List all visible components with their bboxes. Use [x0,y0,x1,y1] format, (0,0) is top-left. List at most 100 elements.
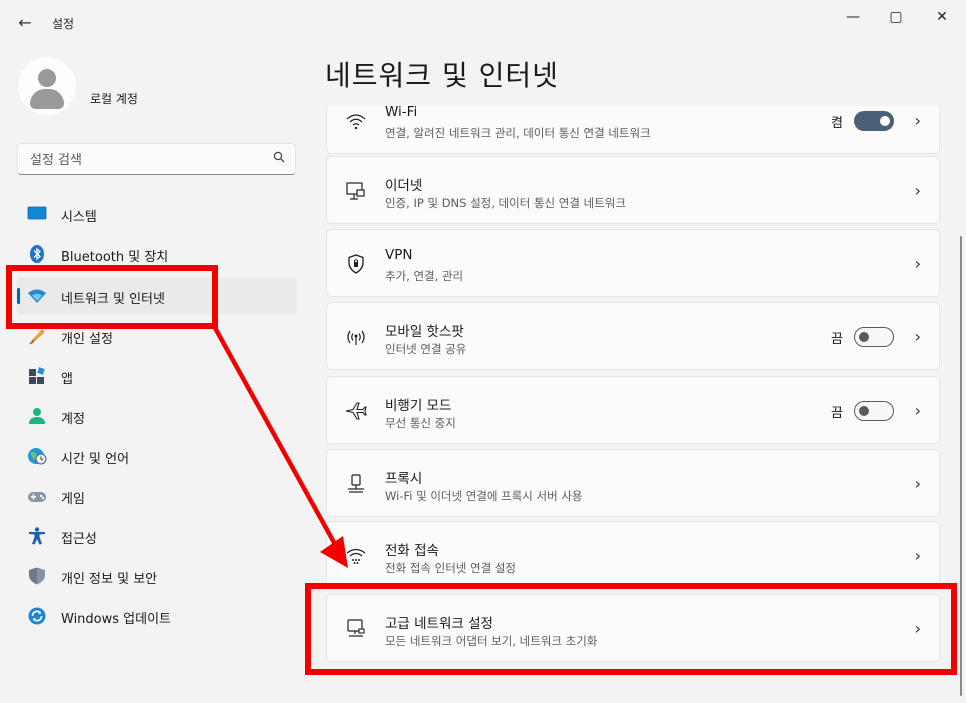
card-subtitle: 모든 네트워크 어댑터 보기, 네트워크 초기화 [385,634,598,648]
sidebar-item-label: 접근성 [61,532,97,547]
chevron-right-icon[interactable]: › [915,401,921,420]
proxy-icon [345,474,367,494]
card-title: 이더넷 [385,178,423,194]
title-bar: ← 설정 — ▢ ✕ [0,0,966,44]
system-icon [27,205,47,223]
sidebar-item-label: 네트워크 및 인터넷 [61,292,165,307]
card-proxy[interactable]: 프록시 Wi-Fi 및 이더넷 연결에 프록시 서버 사용 › [326,449,940,517]
ethernet-icon [345,181,367,201]
card-advanced-network[interactable]: 고급 네트워크 설정 모든 네트워크 어댑터 보기, 네트워크 초기화 › [326,594,940,662]
advanced-network-icon [345,619,367,639]
search-box[interactable] [17,143,296,175]
selection-indicator [17,288,20,304]
windows-update-icon [27,607,47,625]
avatar[interactable] [18,57,76,115]
sidebar-item-personalization[interactable]: 개인 설정 [17,318,297,354]
toggle-state-label: 끔 [831,406,843,421]
chevron-right-icon[interactable]: › [915,327,921,346]
card-subtitle: 전화 접속 인터넷 연결 설정 [385,561,517,575]
card-subtitle: Wi-Fi 및 이더넷 연결에 프록시 서버 사용 [385,489,583,503]
card-mobile-hotspot[interactable]: 모바일 핫스팟 인터넷 연결 공유 끔 › [326,302,940,370]
dialup-icon [345,546,367,566]
sidebar-item-label: 시간 및 언어 [61,452,130,467]
sidebar-item-bluetooth[interactable]: Bluetooth 및 장치 [17,236,297,272]
sidebar-item-label: 게임 [61,492,85,507]
back-arrow-icon[interactable]: ← [14,12,36,34]
card-airplane-mode[interactable]: 비행기 모드 무선 통신 중지 끔 › [326,376,940,444]
chevron-right-icon[interactable]: › [915,619,921,638]
privacy-shield-icon [27,567,47,585]
sidebar: 로컬 계정 시스템 Bluetooth 및 장치 네트워크 및 인터넷 개인 설… [0,44,310,703]
airplane-mode-toggle[interactable] [854,401,894,421]
sidebar-item-gaming[interactable]: 게임 [17,478,297,514]
sidebar-item-windows-update[interactable]: Windows 업데이트 [17,598,297,634]
sidebar-item-label: 시스템 [61,210,97,225]
chevron-right-icon[interactable]: › [915,546,921,565]
close-button[interactable]: ✕ [927,6,957,28]
chevron-right-icon[interactable]: › [915,111,921,130]
sidebar-item-label: Bluetooth 및 장치 [61,250,169,265]
hotspot-toggle[interactable] [854,327,894,347]
avatar-head-icon [38,69,56,87]
sidebar-item-label: Windows 업데이트 [61,612,172,627]
card-title: VPN [385,247,413,263]
chevron-right-icon[interactable]: › [915,254,921,273]
window-title: 설정 [52,17,75,31]
accessibility-icon [27,527,47,545]
minimize-button[interactable]: — [838,6,868,28]
chevron-right-icon[interactable]: › [915,474,921,493]
avatar-body-icon [30,89,64,109]
personalization-brush-icon [27,327,47,345]
sidebar-item-time-language[interactable]: 시간 및 언어 [17,438,297,474]
toggle-state-label: 끔 [831,332,843,347]
sidebar-item-apps[interactable]: 앱 [17,358,297,394]
card-subtitle: 인증, IP 및 DNS 설정, 데이터 통신 연결 네트워크 [385,196,626,210]
wifi-icon [345,111,367,131]
card-subtitle: 연결, 알려진 네트워크 관리, 데이터 통신 연결 네트워크 [385,126,651,140]
sidebar-item-accounts[interactable]: 계정 [17,398,297,434]
accounts-person-icon [27,407,47,425]
airplane-icon [345,401,367,421]
toggle-knob [880,116,890,126]
account-name: 로컬 계정 [90,92,138,106]
card-subtitle: 추가, 연결, 관리 [385,269,464,283]
card-subtitle: 인터넷 연결 공유 [385,342,467,356]
maximize-button[interactable]: ▢ [881,6,911,28]
main-content: 네트워크 및 인터넷 Wi-Fi 연결, 알려진 네트워크 관리, 데이터 통신… [310,44,966,703]
sidebar-item-network[interactable]: 네트워크 및 인터넷 [17,278,297,314]
card-vpn[interactable]: VPN 추가, 연결, 관리 › [326,229,940,297]
sidebar-item-label: 계정 [61,412,85,427]
page-title: 네트워크 및 인터넷 [325,59,559,92]
card-title: 모바일 핫스팟 [385,324,464,340]
card-wifi[interactable]: Wi-Fi 연결, 알려진 네트워크 관리, 데이터 통신 연결 네트워크 켬 … [326,106,940,154]
sidebar-item-label: 개인 정보 및 보안 [61,572,158,587]
card-title: 고급 네트워크 설정 [385,616,493,632]
card-title: Wi-Fi [385,106,418,120]
sidebar-item-privacy[interactable]: 개인 정보 및 보안 [17,558,297,594]
card-title: 프록시 [385,471,423,487]
apps-icon [27,367,47,385]
search-input[interactable] [28,150,262,170]
card-title: 전화 접속 [385,543,439,559]
time-language-icon [27,447,47,465]
sidebar-item-label: 개인 설정 [61,332,113,347]
search-icon[interactable] [273,151,285,166]
toggle-knob [859,406,869,416]
sidebar-item-system[interactable]: 시스템 [17,196,297,232]
hotspot-icon [345,327,367,347]
settings-list[interactable]: Wi-Fi 연결, 알려진 네트워크 관리, 데이터 통신 연결 네트워크 켬 … [310,106,966,703]
card-ethernet[interactable]: 이더넷 인증, IP 및 DNS 설정, 데이터 통신 연결 네트워크 › [326,156,940,224]
toggle-state-label: 켬 [831,116,843,131]
sidebar-item-accessibility[interactable]: 접근성 [17,518,297,554]
chevron-right-icon[interactable]: › [915,181,921,200]
network-wifi-icon [27,287,47,305]
card-dial-up[interactable]: 전화 접속 전화 접속 인터넷 연결 설정 › [326,521,940,589]
card-title: 비행기 모드 [385,398,452,414]
gaming-controller-icon [27,487,47,505]
toggle-knob [859,332,869,342]
sidebar-item-label: 앱 [61,372,73,387]
wifi-toggle[interactable] [854,111,894,131]
vpn-shield-icon [345,254,367,274]
bluetooth-icon [27,245,47,263]
scrollbar[interactable] [960,236,962,696]
